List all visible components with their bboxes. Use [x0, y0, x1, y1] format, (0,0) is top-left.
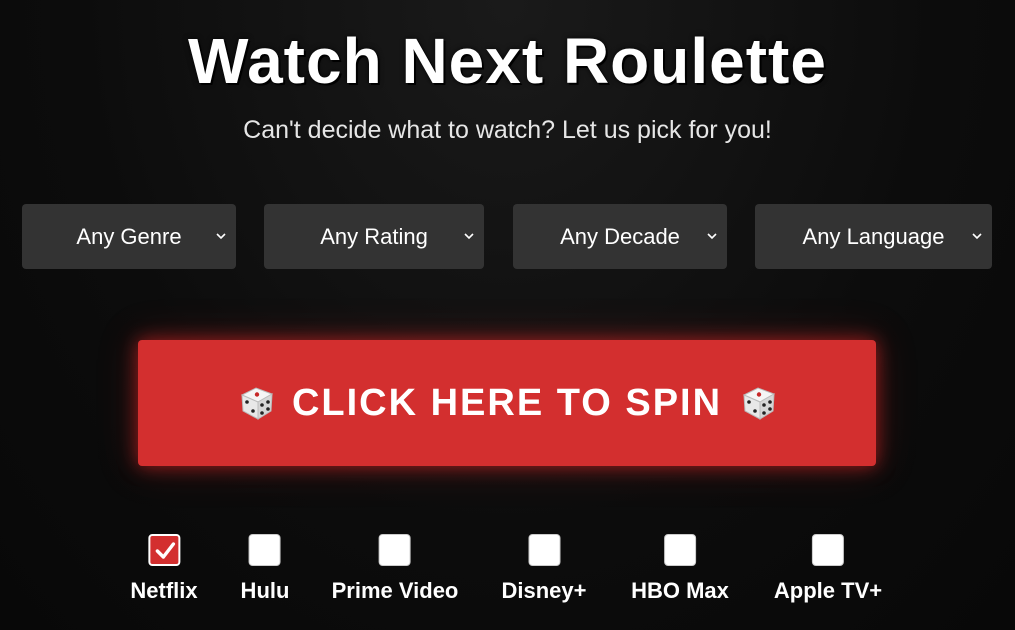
dice-icon	[742, 387, 776, 420]
checkmark-icon	[155, 542, 175, 559]
hbo-max-checkbox[interactable]	[663, 534, 696, 566]
hulu-checkbox[interactable]	[248, 534, 281, 566]
service-hbo-max[interactable]: HBO Max	[631, 534, 729, 604]
spin-button-label: CLICK HERE TO SPIN	[291, 381, 723, 424]
language-select[interactable]: Any Language	[755, 204, 992, 269]
genre-select[interactable]: Any Genre	[22, 204, 236, 269]
prime-video-checkbox[interactable]	[378, 534, 411, 566]
language-select-value: Any Language	[802, 223, 945, 249]
service-netflix[interactable]: Netflix	[130, 534, 198, 604]
chevron-down-icon	[464, 232, 474, 239]
chevron-down-icon	[707, 232, 717, 239]
chevron-down-icon	[972, 232, 982, 239]
service-hulu[interactable]: Hulu	[240, 534, 290, 604]
chevron-down-icon	[216, 232, 226, 239]
hulu-label: Hulu	[240, 578, 290, 603]
prime-video-label: Prime Video	[331, 578, 459, 603]
page-subtitle: Can't decide what to watch? Let us pick …	[243, 116, 772, 144]
apple-tv-plus-checkbox[interactable]	[812, 534, 844, 566]
service-apple-tv-plus[interactable]: Apple TV+	[774, 534, 882, 604]
service-disney-plus[interactable]: Disney+	[502, 534, 587, 604]
decade-select[interactable]: Any Decade	[513, 204, 727, 269]
decade-select-value: Any Decade	[560, 223, 680, 249]
netflix-checkbox[interactable]	[148, 534, 180, 566]
netflix-label: Netflix	[130, 578, 198, 603]
page-title: Watch Next Roulette	[188, 25, 827, 97]
apple-tv-plus-label: Apple TV+	[773, 578, 883, 603]
disney-plus-checkbox[interactable]	[528, 534, 560, 566]
dice-icon	[240, 387, 274, 420]
rating-select[interactable]: Any Rating	[264, 204, 484, 269]
rating-select-value: Any Rating	[320, 223, 428, 249]
disney-plus-label: Disney+	[501, 578, 587, 603]
hbo-max-label: HBO Max	[631, 578, 729, 603]
service-prime-video[interactable]: Prime Video	[331, 534, 459, 604]
spin-button[interactable]: CLICK HERE TO SPIN	[138, 340, 876, 466]
genre-select-value: Any Genre	[76, 223, 182, 249]
